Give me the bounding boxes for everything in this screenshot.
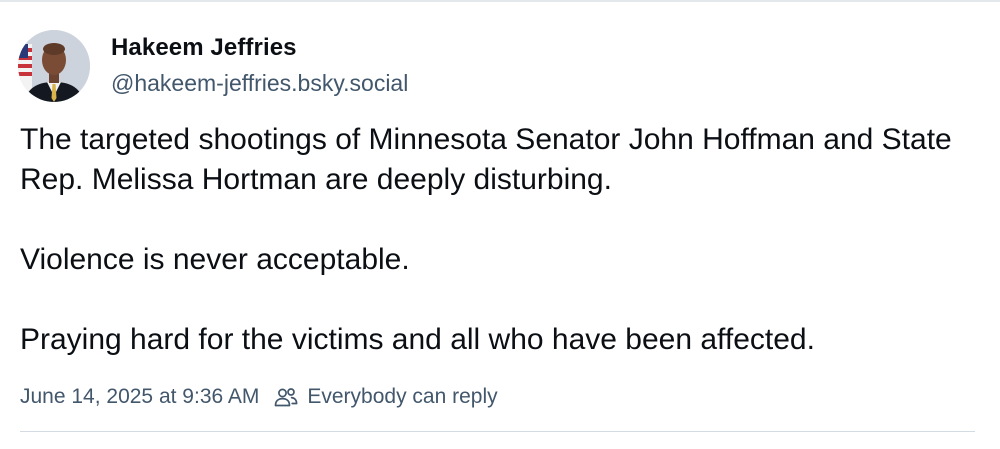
bottom-divider xyxy=(20,431,975,432)
people-icon xyxy=(273,384,299,410)
post-body: The targeted shootings of Minnesota Sena… xyxy=(20,120,980,360)
avatar[interactable] xyxy=(18,30,90,102)
author-display-name[interactable]: Hakeem Jeffries xyxy=(111,34,297,62)
post: Hakeem Jeffries @hakeem-jeffries.bsky.so… xyxy=(0,0,1000,449)
post-meta: June 14, 2025 at 9:36 AM Everybody can r… xyxy=(20,383,498,411)
reply-setting-label[interactable]: Everybody can reply xyxy=(307,385,497,409)
post-paragraph: The targeted shootings of Minnesota Sena… xyxy=(20,123,952,196)
post-paragraph: Violence is never acceptable. xyxy=(20,243,410,276)
post-timestamp[interactable]: June 14, 2025 at 9:36 AM xyxy=(20,385,259,409)
author-handle[interactable]: @hakeem-jeffries.bsky.social xyxy=(111,70,408,97)
post-paragraph: Praying hard for the victims and all who… xyxy=(20,323,815,356)
avatar-photo-icon xyxy=(18,30,90,102)
